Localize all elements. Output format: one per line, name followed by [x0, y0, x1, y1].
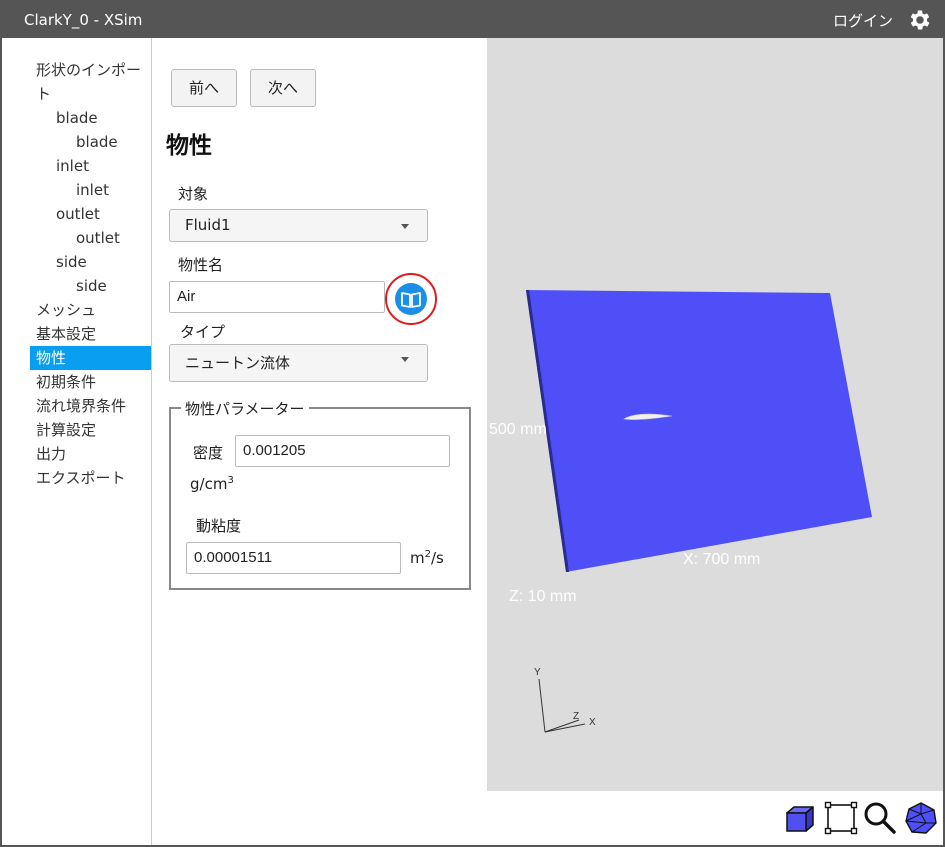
- viscosity-input[interactable]: 0.00001511: [186, 542, 401, 574]
- type-label: タイプ: [180, 323, 226, 341]
- material-library-button[interactable]: [395, 283, 427, 315]
- sidebar-item-side[interactable]: side: [76, 274, 107, 298]
- axis-z-label: Z: [573, 711, 580, 722]
- settings-gear-icon[interactable]: [907, 7, 933, 33]
- domain-scene: [526, 290, 872, 733]
- sidebar-item-inlet-group[interactable]: inlet: [56, 154, 89, 178]
- density-unit: g/cm3: [190, 475, 234, 493]
- axis-triad: [538, 678, 586, 733]
- viscosity-unit: m2/s: [410, 549, 444, 567]
- density-input[interactable]: 0.001205: [235, 435, 450, 467]
- title-bar: ClarkY_0 - XSim ログイン: [2, 2, 943, 38]
- material-name-label: 物性名: [178, 256, 224, 274]
- sidebar-item-boundary-conditions[interactable]: 流れ境界条件: [36, 394, 126, 418]
- dimension-x-label: X: 700 mm: [683, 551, 761, 568]
- fit-frame-icon[interactable]: [824, 801, 858, 835]
- sidebar-item-initial-conditions[interactable]: 初期条件: [36, 370, 96, 394]
- viscosity-unit-tail: /s: [431, 549, 444, 567]
- sidebar-item-basic-settings[interactable]: 基本設定: [36, 322, 96, 346]
- next-button[interactable]: 次へ: [250, 69, 316, 107]
- sidebar-item-import-wrap[interactable]: ト: [36, 82, 51, 106]
- library-highlight-ring: [385, 273, 437, 325]
- type-select-value: ニュートン流体: [185, 354, 291, 372]
- dimension-z-label: Z: 10 mm: [509, 588, 577, 605]
- sidebar-item-properties[interactable]: 物性: [30, 346, 151, 370]
- chevron-down-icon: [401, 224, 409, 229]
- axis-y-label: Y: [534, 667, 541, 678]
- density-unit-exp: 3: [227, 475, 234, 486]
- login-link[interactable]: ログイン: [833, 10, 893, 31]
- sidebar-item-blade[interactable]: blade: [76, 130, 118, 154]
- type-select[interactable]: ニュートン流体: [169, 344, 428, 382]
- viscosity-label: 動粘度: [196, 517, 242, 535]
- params-fieldset: 物性パラメーター 密度 0.001205 g/cm3 動粘度 0.0000151…: [169, 398, 471, 590]
- 3d-viewport[interactable]: 500 mm X: 700 mm Z: 10 mm Y Z X: [487, 38, 943, 791]
- view-toolbar: [487, 791, 943, 845]
- sidebar-item-inlet[interactable]: inlet: [76, 178, 109, 202]
- sidebar-item-export[interactable]: エクスポート: [36, 466, 126, 490]
- target-select-value: Fluid1: [185, 216, 231, 234]
- fluid-domain-plane: [526, 290, 872, 572]
- sidebar-item-solver-settings[interactable]: 計算設定: [36, 418, 96, 442]
- chevron-down-icon: [401, 357, 409, 362]
- sidebar-item-side-group[interactable]: side: [56, 250, 87, 274]
- prev-button[interactable]: 前へ: [171, 69, 237, 107]
- target-label: 対象: [178, 185, 209, 203]
- viscosity-unit-base: m: [410, 549, 425, 567]
- window-title: ClarkY_0 - XSim: [24, 11, 143, 29]
- target-select[interactable]: Fluid1: [169, 209, 428, 242]
- density-unit-base: g/cm: [190, 475, 228, 493]
- axis-x-label: X: [589, 717, 596, 728]
- sphere-icon[interactable]: [904, 801, 938, 835]
- density-label: 密度: [193, 444, 224, 462]
- cube-view-icon[interactable]: [783, 801, 817, 835]
- page-title: 物性: [166, 133, 212, 159]
- sidebar-item-outlet[interactable]: outlet: [76, 226, 120, 250]
- sidebar-item-blade-group[interactable]: blade: [56, 106, 98, 130]
- app-window: ClarkY_0 - XSim ログイン 形状のインポー ト blade bla…: [0, 0, 945, 847]
- sidebar-item-import[interactable]: 形状のインポー: [36, 58, 141, 82]
- sidebar-item-mesh[interactable]: メッシュ: [36, 298, 96, 322]
- sidebar-item-output[interactable]: 出力: [36, 442, 66, 466]
- dimension-y-label: 500 mm: [489, 421, 547, 438]
- sidebar-item-outlet-group[interactable]: outlet: [56, 202, 100, 226]
- zoom-icon[interactable]: [863, 801, 897, 835]
- properties-form: 前へ 次へ 物性 対象 Fluid1 物性名 Air タイプ ニュートン流体 物…: [153, 38, 486, 845]
- params-legend: 物性パラメーター: [181, 398, 309, 419]
- sidebar-nav: 形状のインポー ト blade blade inlet inlet outlet…: [2, 38, 152, 845]
- material-name-input[interactable]: Air: [169, 281, 385, 313]
- open-book-icon: [401, 292, 421, 308]
